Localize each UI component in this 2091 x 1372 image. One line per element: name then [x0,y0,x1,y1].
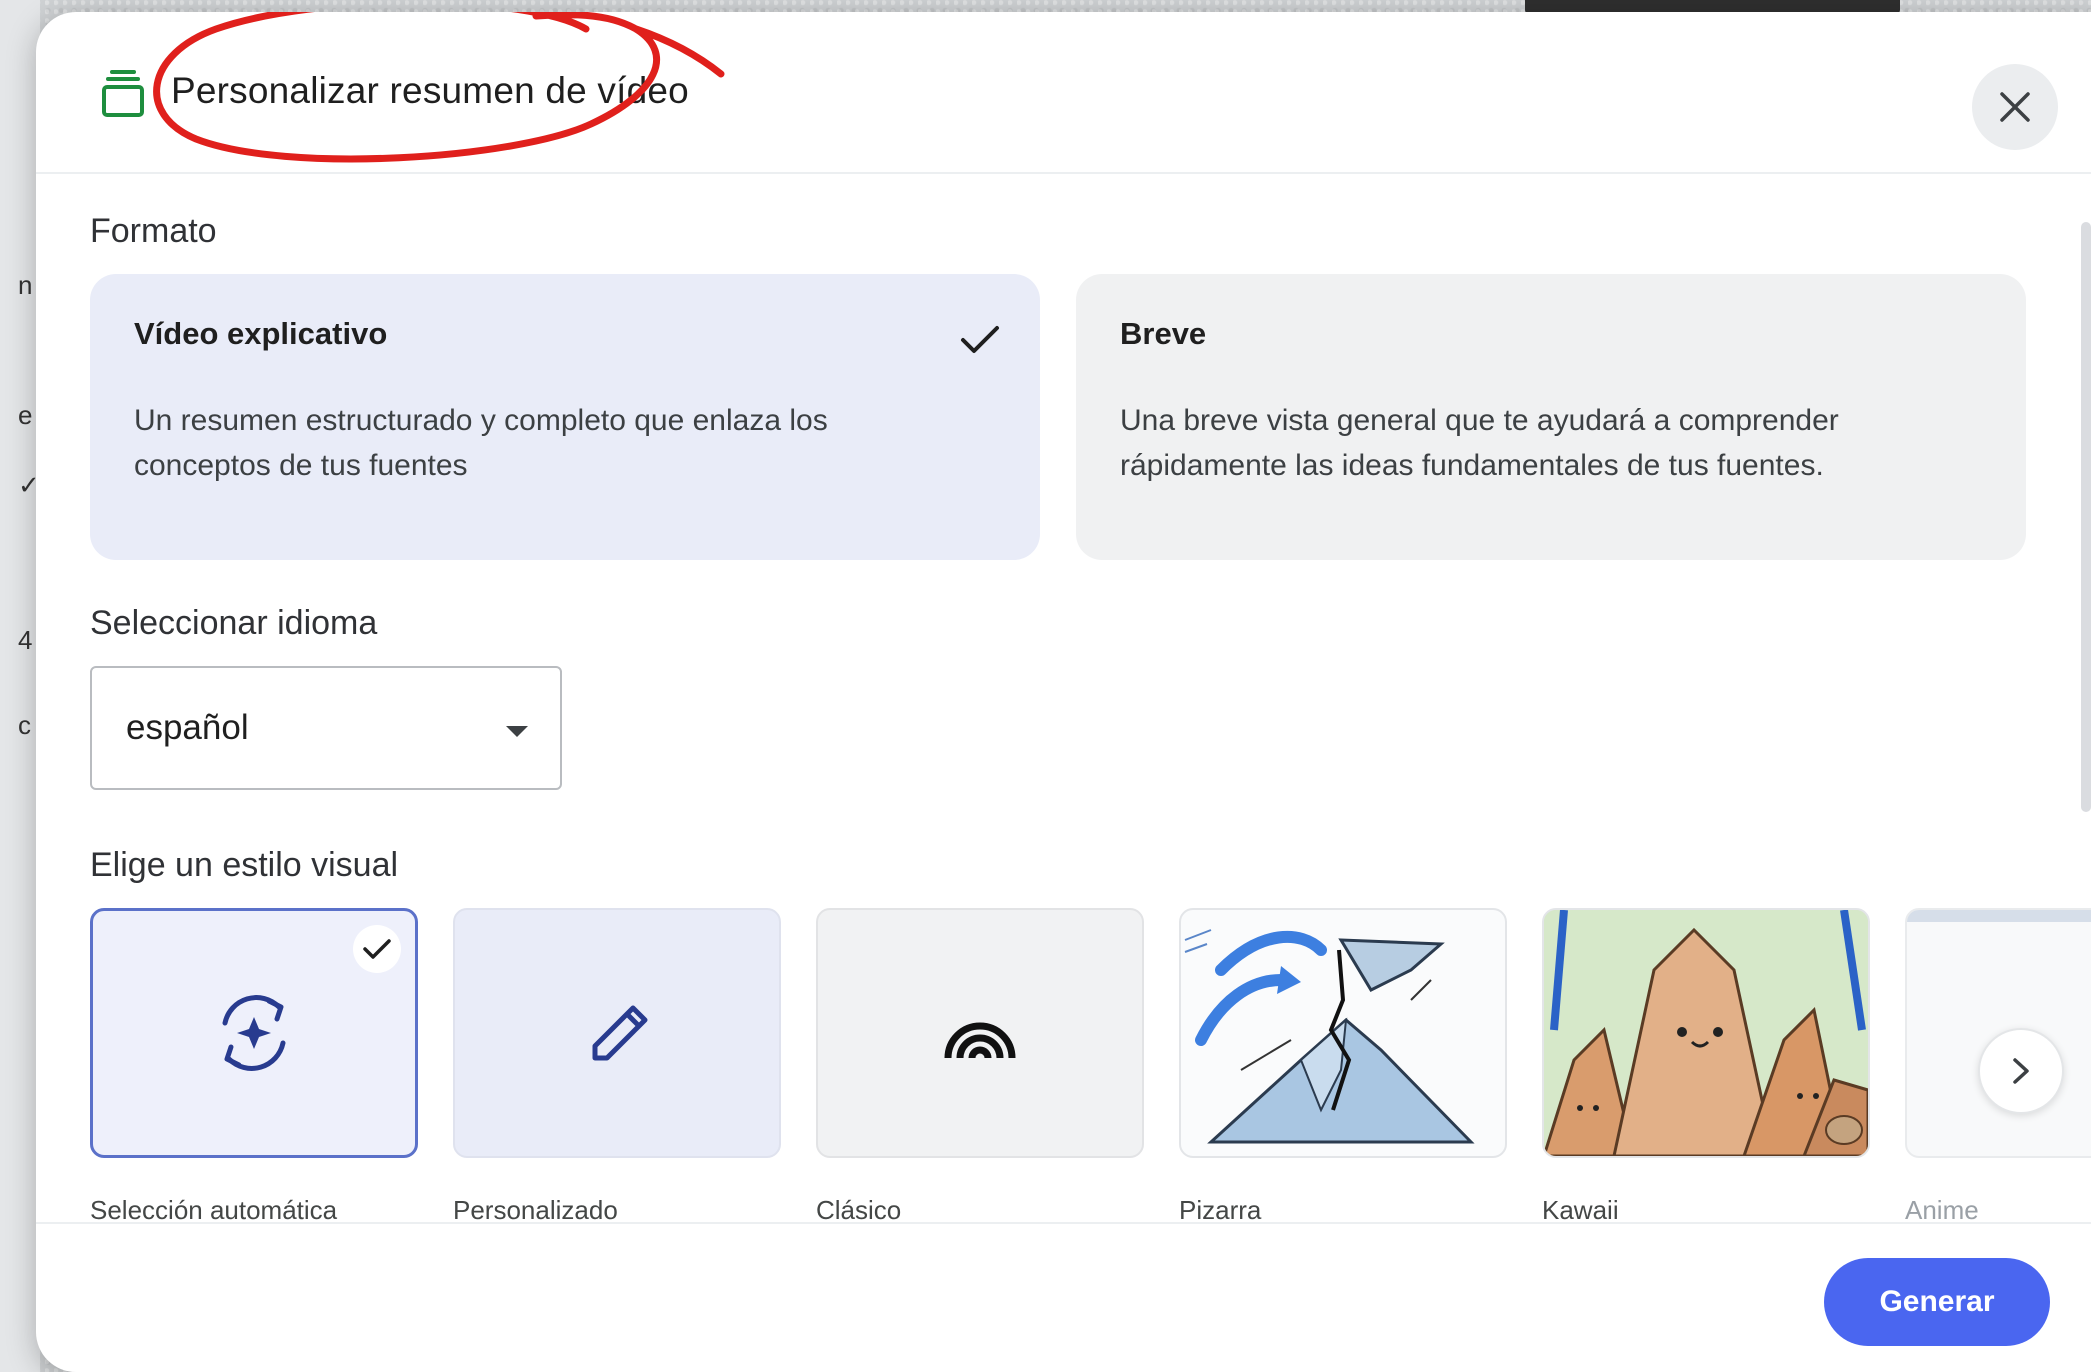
background-fragment: 4 [18,625,33,655]
checkmark-icon [961,326,999,353]
rainbow-arcs-icon [944,1022,1016,1059]
background-fragment: n [18,270,33,300]
kawaii-mountains-thumbnail [1544,910,1868,1156]
format-option-explainer[interactable]: Vídeo explicativo Un resumen estructurad… [90,274,1040,560]
dialog-header: Personalizar resumen de vídeo [36,12,2091,174]
style-option-blackboard[interactable] [1179,908,1507,1158]
style-option-kawaii[interactable] [1542,908,1870,1158]
carousel-next-button[interactable] [1978,1028,2064,1114]
style-option-anime[interactable] [1905,908,2091,1158]
scrollbar[interactable] [2081,222,2091,812]
background-page-edge: n e ✓ 4 c [0,0,40,1372]
format-label: Formato [90,212,217,250]
language-select[interactable]: español [90,666,562,790]
format-option-title: Vídeo explicativo [134,316,388,351]
customize-video-summary-dialog: Personalizar resumen de vídeo Formato Ví… [36,12,2091,1372]
checkmark-icon [363,939,391,959]
format-option-title: Breve [1120,316,1207,351]
selected-check-badge [353,925,401,973]
format-option-description: Una breve vista general que te ayudará a… [1120,398,1982,488]
style-option-classic[interactable] [816,908,1144,1158]
chevron-right-icon [2013,1058,2029,1084]
generate-button[interactable]: Generar [1824,1258,2050,1346]
close-icon [2000,92,2030,122]
volcano-sketch-thumbnail [1184,929,1475,1144]
description-line: conceptos de tus fuentes [134,449,468,482]
description-line: Una breve vista general que te ayudará a… [1120,404,1839,437]
visual-style-label: Elige un estilo visual [90,846,399,884]
format-option-description: Un resumen estructurado y completo que e… [134,398,996,488]
dropdown-caret-icon [506,726,528,737]
close-button[interactable] [1972,64,2058,150]
dialog-title: Personalizar resumen de vídeo [171,70,689,111]
description-line: rápidamente las ideas fundamentales de t… [1120,449,1824,482]
style-option-auto[interactable] [90,908,418,1158]
language-label: Seleccionar idioma [90,604,378,642]
style-option-custom[interactable] [453,908,781,1158]
background-fragment: c [18,710,31,740]
background-fragment: e [18,400,33,430]
footer-divider [36,1222,2091,1224]
pencil-icon [592,1005,648,1061]
format-option-brief[interactable]: Breve Una breve vista general que te ayu… [1076,274,2026,560]
language-select-value: español [126,708,249,747]
stacked-layers-icon [102,70,144,117]
description-line: Un resumen estructurado y completo que e… [134,404,828,437]
